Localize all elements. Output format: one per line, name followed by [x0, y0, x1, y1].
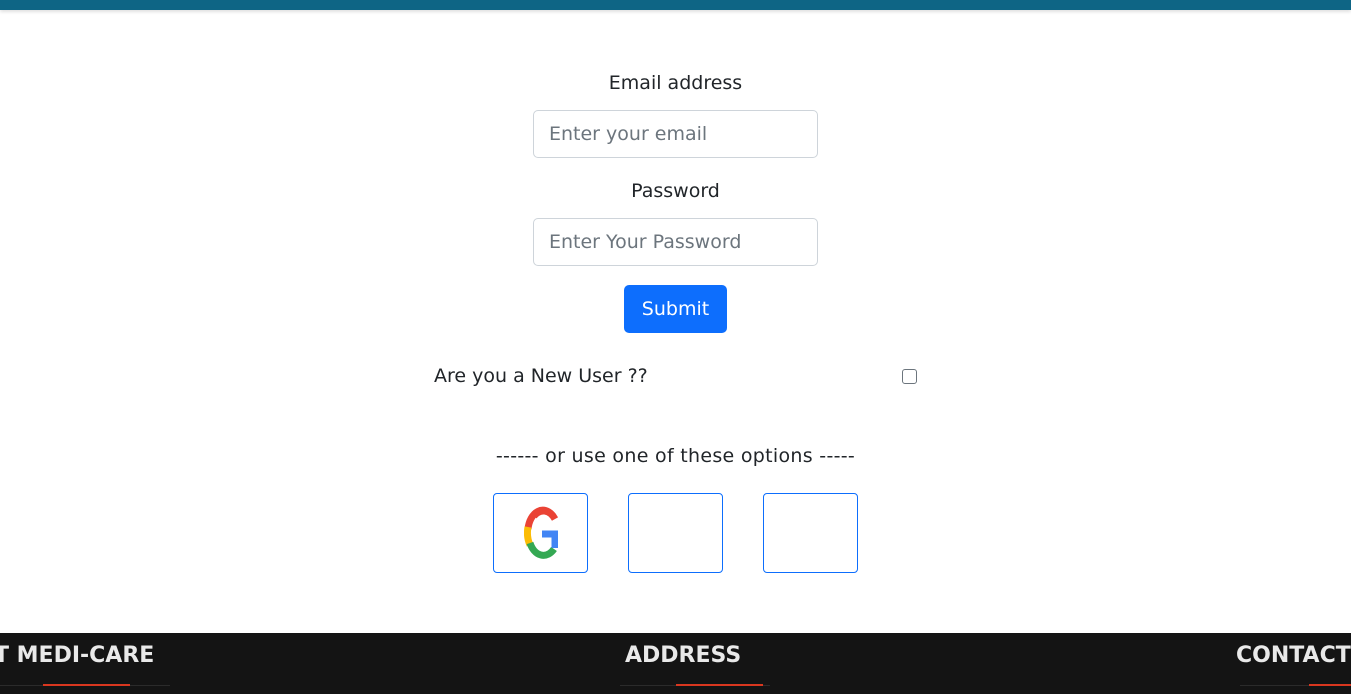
footer-contact-title: CONTACT [1236, 643, 1351, 668]
google-icon [523, 506, 558, 559]
social-login-button-2[interactable] [628, 493, 723, 573]
password-label: Password [631, 180, 720, 202]
new-user-checkbox[interactable] [902, 369, 917, 384]
social-login-button-3[interactable] [763, 493, 858, 573]
password-input[interactable] [533, 218, 818, 266]
footer-address-title: ADDRESS [625, 643, 742, 668]
submit-button[interactable]: Submit [624, 285, 727, 333]
email-label: Email address [608, 72, 743, 94]
footer: T MEDI-CARE ADDRESS CONTACT [0, 633, 1351, 694]
footer-contact-accent [1309, 684, 1351, 686]
new-user-label: Are you a New User ?? [434, 365, 648, 387]
login-form: Email address Password Submit Are you a … [0, 0, 1351, 633]
footer-about-title: T MEDI-CARE [0, 643, 155, 668]
email-input[interactable] [533, 110, 818, 158]
social-divider-text: ------ or use one of these options ----- [495, 445, 856, 467]
footer-about-accent [43, 684, 130, 686]
google-login-button[interactable] [493, 493, 588, 573]
footer-address-accent [676, 684, 763, 686]
